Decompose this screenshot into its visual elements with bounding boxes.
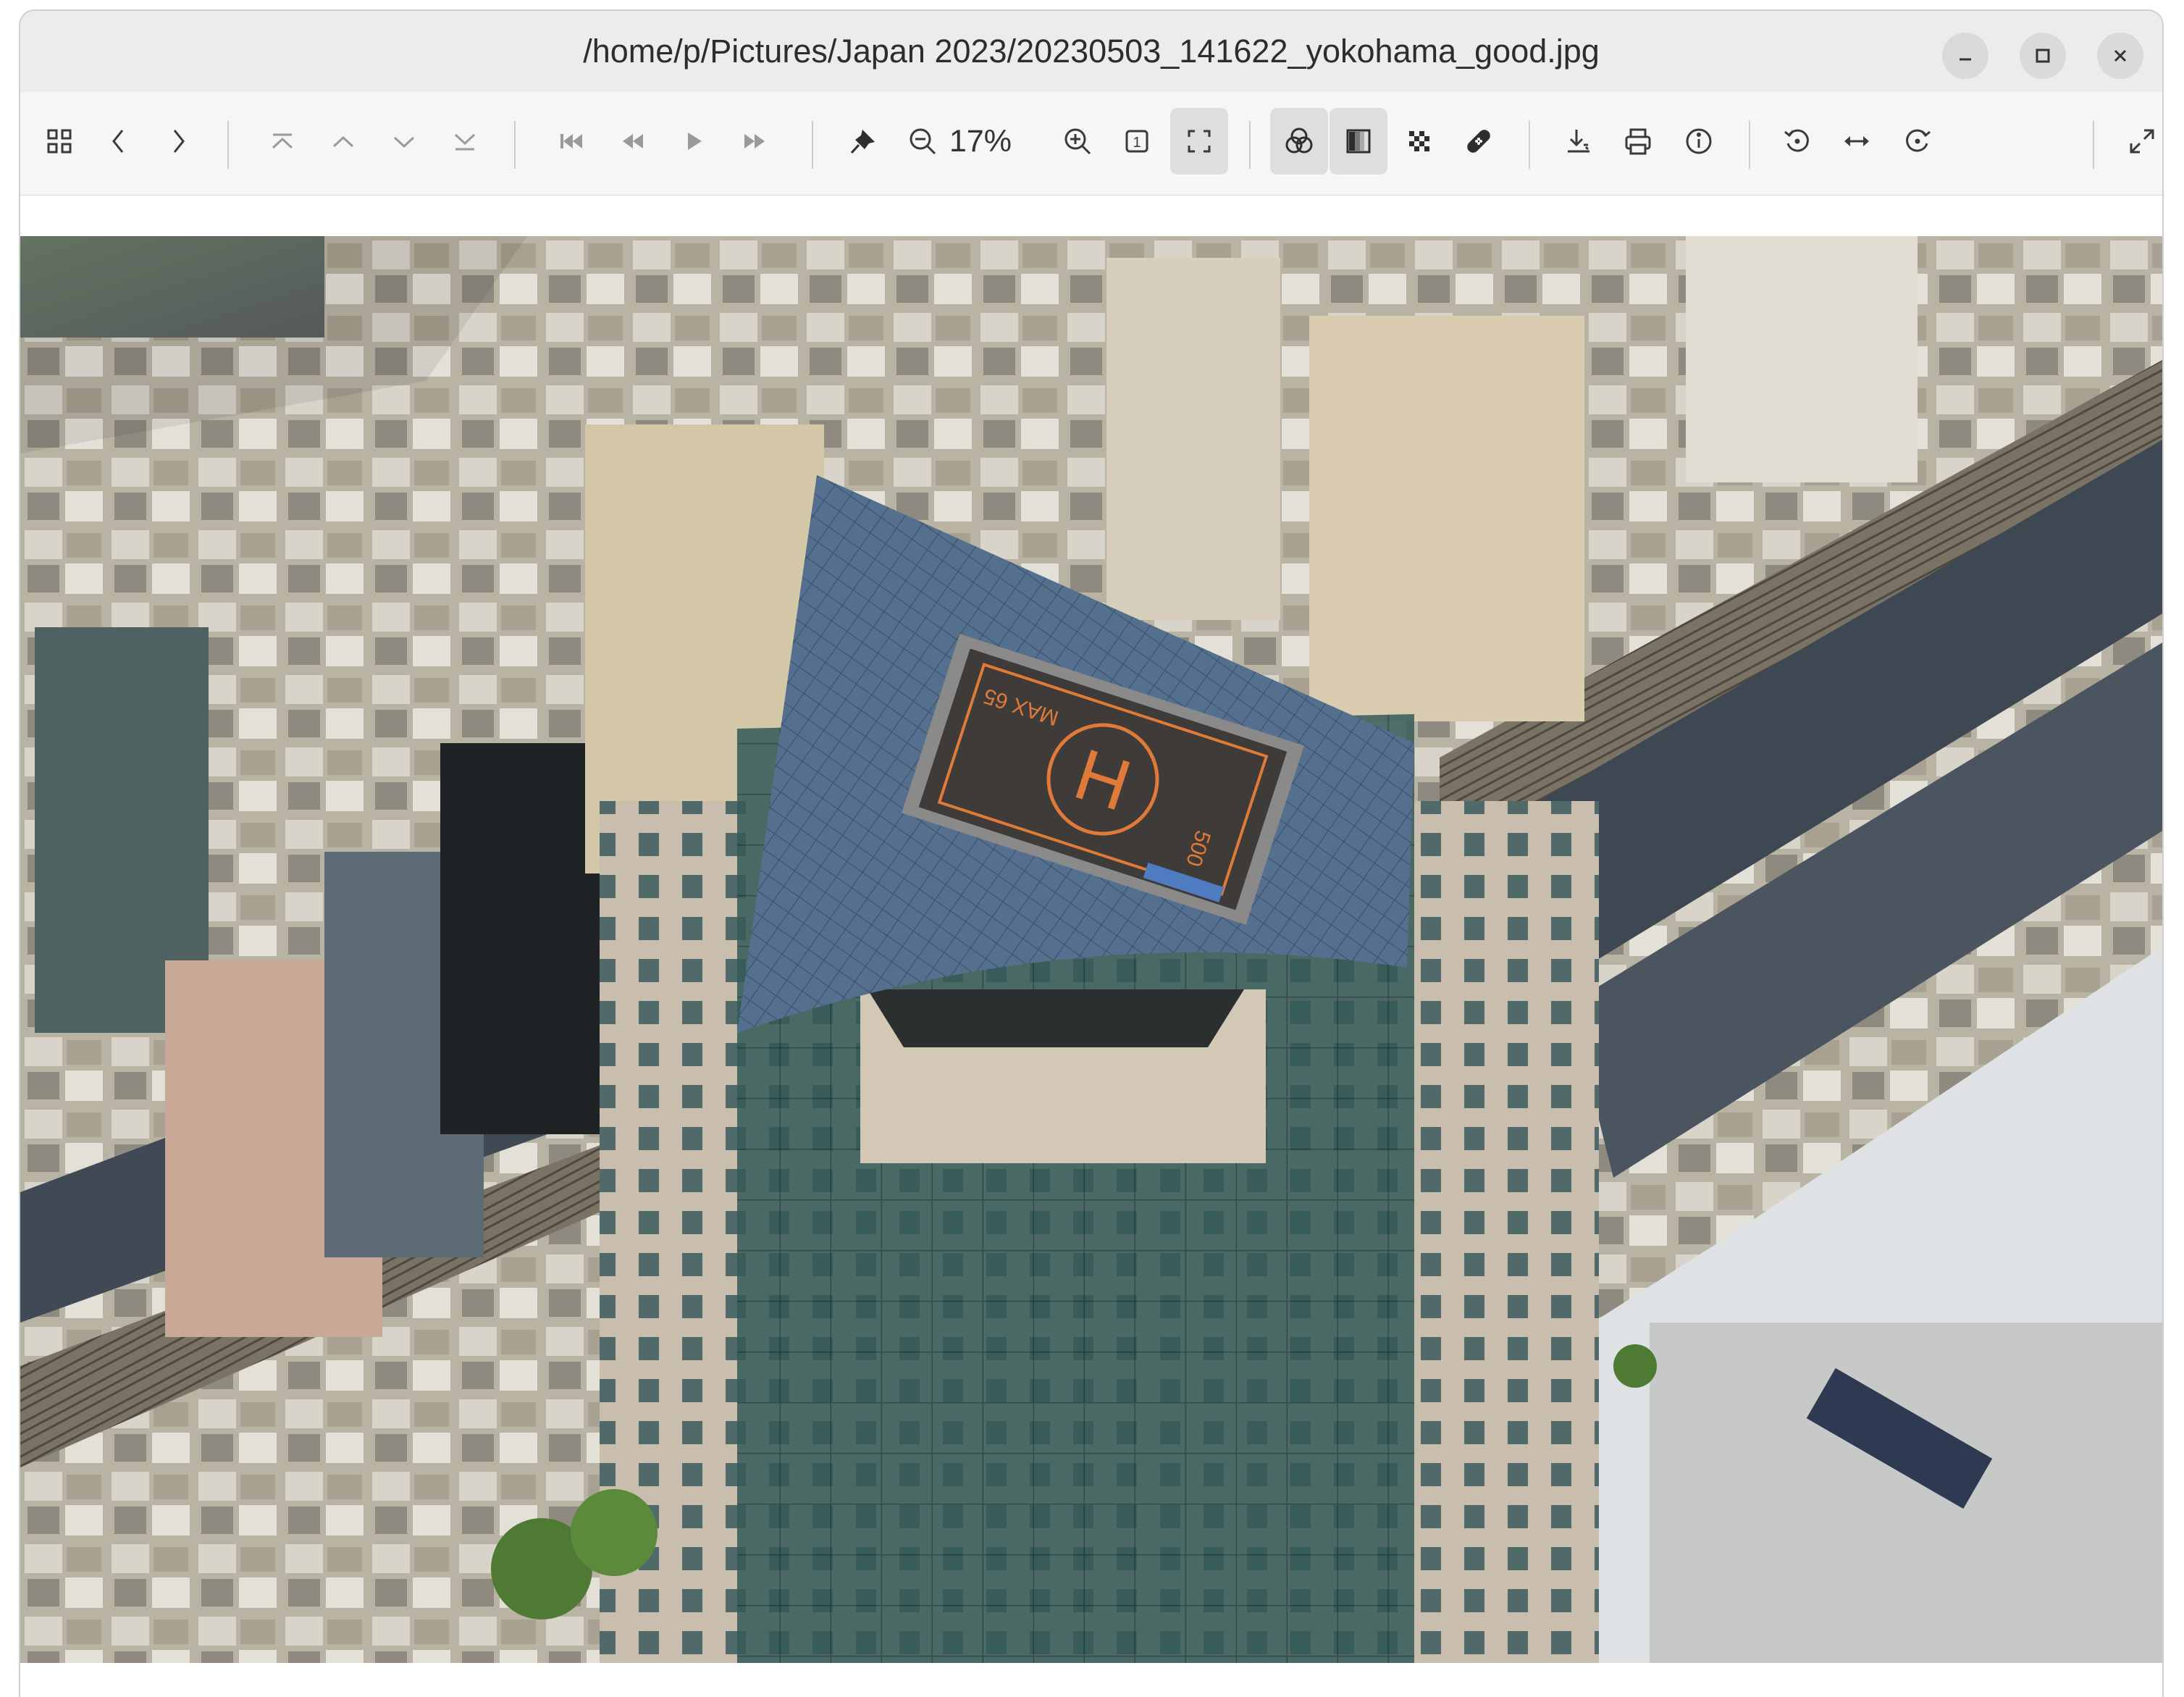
previous-image-button[interactable] <box>90 108 148 175</box>
minimize-button[interactable] <box>1942 33 1988 79</box>
window-title: /home/p/Pictures/Japan 2023/20230503_141… <box>583 33 1600 70</box>
save-button[interactable] <box>1550 108 1608 175</box>
color-channels-icon <box>1281 123 1317 159</box>
color-channels-button[interactable] <box>1270 108 1328 175</box>
info-button[interactable] <box>1670 108 1728 175</box>
info-icon <box>1681 123 1717 159</box>
close-icon <box>2109 45 2131 67</box>
play-icon <box>688 133 702 150</box>
transparency-button[interactable] <box>1390 108 1448 175</box>
actual-size-icon: 1 <box>1119 123 1155 159</box>
close-button[interactable] <box>2097 33 2143 79</box>
retouch-button[interactable] <box>1450 108 1508 175</box>
toolbar-separator <box>514 121 516 169</box>
image-canvas[interactable]: H MAX 65 500 <box>20 196 2162 1697</box>
next-image-button[interactable] <box>149 108 207 175</box>
next-page-button[interactable] <box>375 108 433 175</box>
rotate-right-icon <box>1899 123 1936 159</box>
page-up-icon <box>325 123 361 159</box>
actual-size-button[interactable]: 1 <box>1108 108 1166 175</box>
zoom-in-icon <box>1059 123 1096 159</box>
fast-forward-button[interactable] <box>726 108 784 175</box>
toolbar-separator <box>227 121 229 169</box>
pin-button[interactable] <box>834 108 892 175</box>
fit-window-button[interactable] <box>1170 108 1228 175</box>
slideshow-play-button[interactable] <box>665 108 723 175</box>
fast-forward-icon <box>744 134 765 148</box>
photo: H MAX 65 500 <box>20 236 2162 1663</box>
title-bar[interactable]: /home/p/Pictures/Japan 2023/20230503_141… <box>20 11 2162 93</box>
fit-window-icon <box>1181 123 1217 159</box>
last-page-icon <box>447 123 483 159</box>
zoom-out-icon <box>904 123 941 159</box>
toolbar-separator <box>812 121 813 169</box>
flip-horizontal-icon <box>1844 136 1869 146</box>
first-page-button[interactable] <box>253 108 311 175</box>
flip-horizontal-button[interactable] <box>1828 108 1886 175</box>
last-page-button[interactable] <box>436 108 494 175</box>
toolbar: 17% 1 <box>20 92 2162 196</box>
fullscreen-button[interactable] <box>2113 108 2164 175</box>
skip-first-icon <box>560 134 582 148</box>
zoom-level[interactable]: 17% <box>937 108 1024 175</box>
rewind-button[interactable] <box>604 108 662 175</box>
first-image-button[interactable] <box>543 108 601 175</box>
chevron-right-icon <box>160 123 196 159</box>
actual-size-label: 1 <box>1133 135 1141 151</box>
toolbar-separator <box>1249 121 1251 169</box>
grayscale-button[interactable] <box>1330 108 1387 175</box>
print-button[interactable] <box>1609 108 1667 175</box>
rotate-left-button[interactable] <box>1768 108 1826 175</box>
grayscale-icon <box>1340 123 1377 159</box>
previous-page-button[interactable] <box>314 108 372 175</box>
maximize-button[interactable] <box>2020 33 2066 79</box>
zoom-in-button[interactable] <box>1049 108 1106 175</box>
bandage-icon <box>1467 130 1490 153</box>
toolbar-separator <box>1529 121 1530 169</box>
rotate-right-button[interactable] <box>1889 108 1946 175</box>
minimize-icon <box>1954 45 1976 67</box>
image-viewer-window: /home/p/Pictures/Japan 2023/20230503_141… <box>19 9 2164 1697</box>
fullscreen-icon <box>2124 123 2160 159</box>
toolbar-separator <box>2093 121 2094 169</box>
pin-icon <box>845 130 875 159</box>
page-down-icon <box>386 123 422 159</box>
rewind-icon <box>623 134 643 148</box>
maximize-icon <box>2032 45 2054 67</box>
rotate-left-icon <box>1779 123 1815 159</box>
toolbar-separator <box>1749 121 1750 169</box>
grid-icon <box>41 123 77 159</box>
print-icon <box>1620 123 1656 159</box>
save-icon <box>1561 123 1597 159</box>
checkerboard-icon <box>1409 131 1429 151</box>
chevron-left-icon <box>101 123 137 159</box>
first-page-icon <box>264 123 301 159</box>
thumbnails-button[interactable] <box>30 108 88 175</box>
